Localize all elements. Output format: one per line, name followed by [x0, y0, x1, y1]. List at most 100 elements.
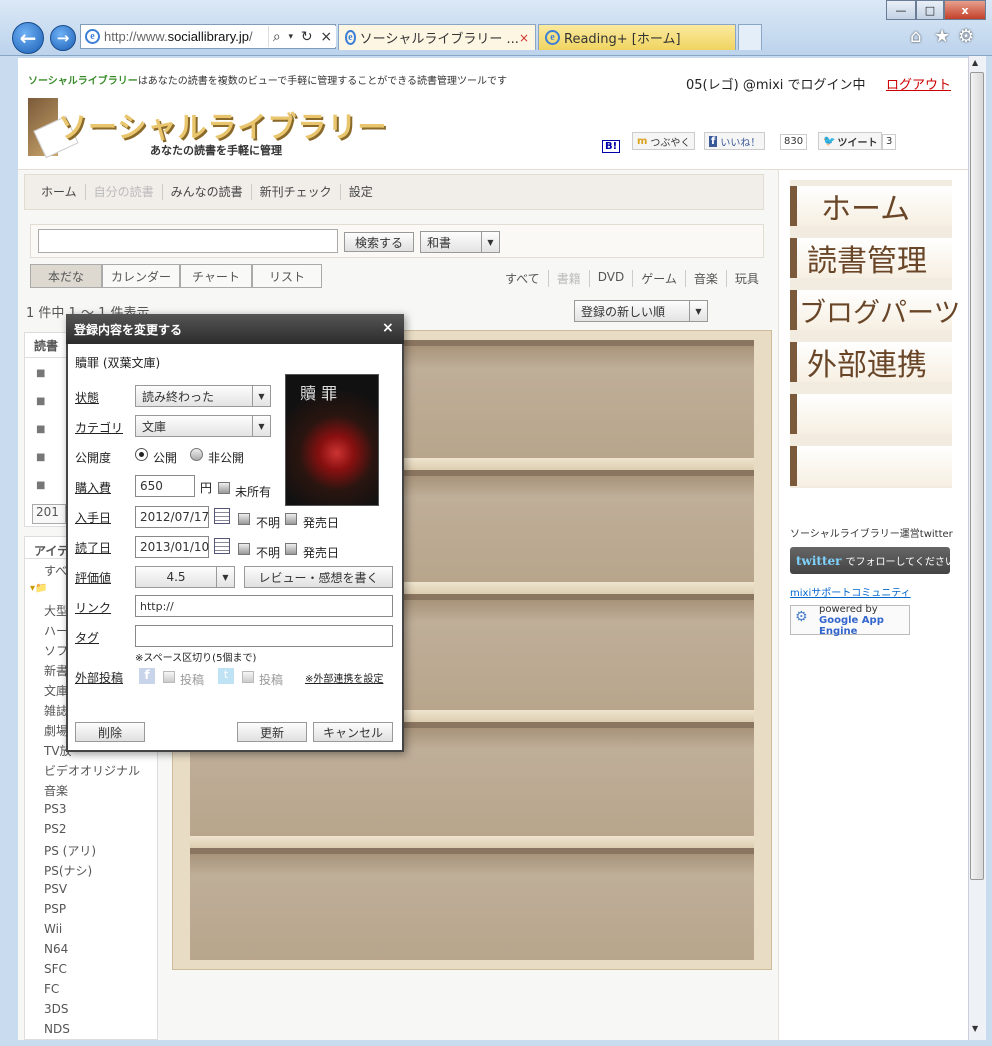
not-owned-checkbox[interactable] — [218, 482, 230, 494]
close-icon[interactable]: × — [382, 320, 394, 336]
twitter-follow-button[interactable]: twitter でフォローしてください！ — [790, 547, 965, 574]
list-item[interactable]: 音楽 — [44, 782, 68, 799]
search-button[interactable]: 検索する — [344, 232, 414, 252]
list-item[interactable]: 新書 — [44, 662, 68, 679]
write-review-button[interactable]: レビュー・感想を書く — [244, 566, 393, 588]
tab-sociallibrary[interactable]: e ソーシャルライブラリー ... × — [338, 24, 536, 50]
finished-release-checkbox[interactable] — [285, 543, 297, 555]
acquired-release-checkbox[interactable] — [285, 513, 297, 525]
nav-home[interactable]: ホーム — [790, 186, 952, 227]
list-item[interactable]: 3DS — [44, 1002, 69, 1016]
delete-button[interactable]: 削除 — [75, 722, 145, 742]
list-item[interactable]: PS(ナシ) — [44, 862, 92, 879]
menu-new-releases[interactable]: 新刊チェック — [252, 184, 341, 200]
nav-blog-parts[interactable]: ブログパーツ — [790, 290, 960, 330]
calendar-icon[interactable] — [214, 508, 230, 524]
refresh-icon[interactable]: ↻ — [301, 29, 313, 45]
category-select[interactable]: 文庫 ▼ — [135, 415, 271, 437]
mixi-tsubuyaku-button[interactable]: m つぶやく — [632, 132, 696, 150]
list-item[interactable]: N64 — [44, 942, 68, 956]
update-button[interactable]: 更新 — [237, 722, 307, 742]
category-all[interactable]: すべ — [44, 562, 67, 579]
list-item[interactable]: ハー — [44, 622, 68, 639]
app-engine-badge[interactable]: ⚙ powered by Google App Engine — [790, 604, 910, 637]
tag-input[interactable] — [135, 625, 393, 647]
filter-dvd[interactable]: DVD — [590, 270, 634, 287]
twitter-post-checkbox[interactable] — [242, 671, 254, 683]
list-item[interactable]: NDS — [44, 1022, 70, 1036]
tweet-button[interactable]: 🐦 ツイート — [818, 132, 883, 150]
private-radio[interactable] — [190, 448, 203, 461]
list-item[interactable]: PSV — [44, 882, 67, 896]
external-settings-link[interactable]: ※外部連携を設定 — [305, 670, 383, 685]
filter-game[interactable]: ゲーム — [633, 270, 686, 287]
filter-music[interactable]: 音楽 — [686, 270, 727, 287]
tools-icon[interactable]: ⚙ — [958, 26, 974, 47]
tab-bookshelf[interactable]: 本だな — [30, 264, 102, 288]
home-icon[interactable]: ⌂ — [910, 26, 921, 47]
list-item[interactable]: 大型 — [44, 602, 68, 619]
list-item[interactable]: PS2 — [44, 822, 67, 836]
facebook-post-checkbox[interactable] — [163, 671, 175, 683]
status-select[interactable]: 読み終わった ▼ — [135, 385, 271, 407]
finished-unknown-checkbox[interactable] — [238, 543, 250, 555]
nav-external-integration[interactable]: 外部連携 — [790, 342, 952, 383]
new-tab-button[interactable] — [738, 24, 762, 50]
minimize-button[interactable]: — — [886, 0, 916, 20]
acquired-unknown-checkbox[interactable] — [238, 513, 250, 525]
list-item[interactable]: 雑誌 — [44, 702, 68, 719]
list-item[interactable]: ソフ — [44, 642, 68, 659]
menu-everyone-reading[interactable]: みんなの読書 — [163, 184, 252, 200]
list-item[interactable]: PS3 — [44, 802, 67, 816]
list-item[interactable]: 文庫 — [44, 682, 68, 699]
list-item[interactable]: ビデオオリジナル — [44, 762, 140, 779]
list-item[interactable]: 劇場 — [44, 722, 68, 739]
tab-calendar[interactable]: カレンダー — [102, 264, 180, 288]
tab-list[interactable]: リスト — [252, 264, 322, 288]
public-radio[interactable] — [135, 448, 148, 461]
scroll-down-icon[interactable]: ▼ — [972, 1024, 978, 1033]
favorites-icon[interactable]: ★ — [934, 26, 950, 47]
nav-reading-management[interactable]: 読書管理 — [790, 238, 952, 279]
filter-all[interactable]: すべて — [497, 270, 549, 287]
sort-select[interactable]: 登録の新しい順 ▼ — [574, 300, 708, 322]
list-item[interactable]: FC — [44, 982, 59, 996]
list-item[interactable]: SFC — [44, 962, 67, 976]
search-category-select[interactable]: 和書 ▼ — [420, 231, 500, 253]
stop-icon[interactable]: × — [320, 29, 332, 45]
facebook-like-button[interactable]: f いいね！ — [704, 132, 766, 150]
hatena-bookmark-button[interactable]: B! — [602, 140, 621, 153]
list-item[interactable]: PS (アリ) — [44, 842, 96, 859]
acquired-date-label: 入手日 — [75, 511, 112, 525]
price-input[interactable]: 650 — [135, 475, 195, 497]
finished-date-input[interactable]: 2013/01/10 — [135, 536, 209, 558]
link-input[interactable]: http:// — [135, 595, 393, 617]
search-input[interactable] — [38, 229, 338, 253]
menu-settings[interactable]: 設定 — [341, 184, 381, 200]
filter-books[interactable]: 書籍 — [549, 270, 590, 287]
scroll-up-icon[interactable]: ▲ — [972, 58, 978, 67]
year-select[interactable]: 201 — [32, 504, 66, 524]
filter-toys[interactable]: 玩具 — [727, 270, 767, 287]
logout-link[interactable]: ログアウト — [886, 74, 951, 93]
forward-button[interactable]: → — [50, 25, 76, 51]
search-icon[interactable]: ⌕ — [273, 29, 281, 45]
tab-chart[interactable]: チャート — [180, 264, 252, 288]
mixi-support-link[interactable]: mixiサポートコミュニティ — [790, 584, 911, 599]
chevron-down-icon: ▼ — [216, 567, 234, 587]
tab-reading-plus[interactable]: e Reading+ [ホーム] — [538, 24, 736, 50]
list-item[interactable]: Wii — [44, 922, 62, 936]
calendar-icon[interactable] — [214, 538, 230, 554]
list-item[interactable]: PSP — [44, 902, 66, 916]
rating-select[interactable]: 4.5 ▼ — [135, 566, 235, 588]
maximize-button[interactable]: □ — [916, 0, 944, 20]
scrollbar-thumb[interactable] — [970, 72, 984, 880]
back-button[interactable]: ← — [12, 22, 44, 54]
acquired-date-input[interactable]: 2012/07/17 — [135, 506, 209, 528]
cancel-button[interactable]: キャンセル — [313, 722, 393, 742]
menu-my-reading[interactable]: 自分の読書 — [86, 184, 163, 200]
menu-home[interactable]: ホーム — [33, 184, 86, 200]
close-tab-icon[interactable]: × — [519, 31, 529, 45]
chevron-down-icon[interactable]: ▾ — [289, 32, 294, 42]
close-window-button[interactable]: x — [944, 0, 986, 20]
